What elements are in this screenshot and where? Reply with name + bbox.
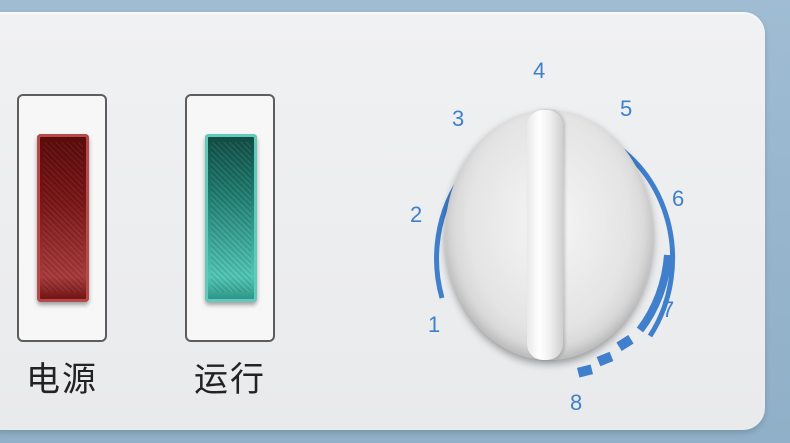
- dial-number-1: 1: [428, 312, 441, 337]
- run-switch-label: 运行: [194, 360, 266, 400]
- power-switch[interactable]: [37, 134, 89, 302]
- power-switch-frame: [17, 94, 107, 342]
- dial-number-2: 2: [410, 202, 423, 227]
- power-switch-label: 电源: [26, 360, 98, 400]
- knob-grip-ridge[interactable]: [527, 110, 563, 360]
- run-switch-frame: [185, 94, 275, 342]
- run-switch[interactable]: [205, 134, 257, 302]
- dial-number-5: 5: [620, 96, 633, 121]
- dial-number-6: 6: [672, 186, 685, 211]
- dial-number-8: 8: [570, 390, 583, 415]
- dial-number-4: 4: [533, 58, 546, 83]
- dial-number-3: 3: [452, 106, 465, 131]
- dial-number-7: 7: [662, 297, 675, 322]
